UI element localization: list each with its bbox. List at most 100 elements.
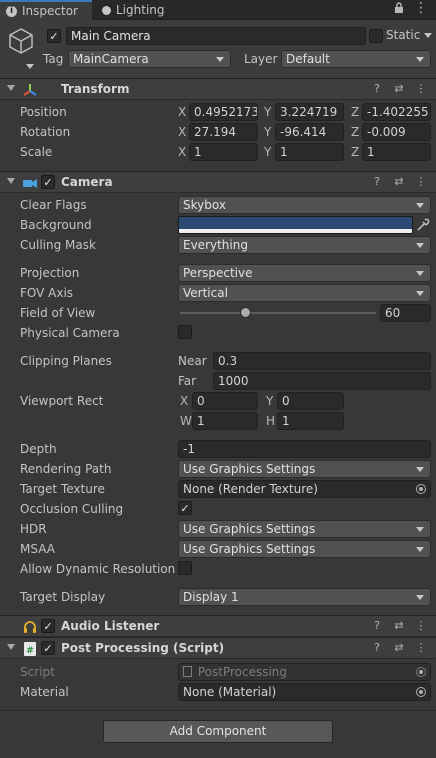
layer-label: Layer <box>244 52 278 66</box>
check-icon: ✓ <box>49 29 59 43</box>
clear-flags-dropdown[interactable]: Skybox <box>178 196 431 214</box>
hdr-dropdown[interactable]: Use Graphics Settings <box>178 520 431 538</box>
culling-mask-dropdown[interactable]: Everything <box>178 236 431 254</box>
foldout-arrow-icon[interactable] <box>7 644 15 650</box>
viewport-x-input[interactable]: 0 <box>192 392 258 410</box>
preset-icon[interactable]: ⇄ <box>392 82 406 95</box>
static-dropdown-icon[interactable] <box>424 33 432 38</box>
help-icon[interactable]: ? <box>370 82 384 95</box>
more-options-icon[interactable]: ⋮ <box>414 1 428 17</box>
transform-header[interactable]: Transform ? ⇄ ⋮ <box>0 78 436 100</box>
foldout-arrow-icon[interactable] <box>7 178 15 184</box>
culling-mask-label: Culling Mask <box>20 238 96 252</box>
context-menu-icon[interactable]: ⋮ <box>414 619 428 632</box>
post-processing-header[interactable]: # ✓ Post Processing (Script) ? ⇄ ⋮ <box>0 637 436 659</box>
context-menu-icon[interactable]: ⋮ <box>414 82 428 95</box>
position-x-label[interactable]: X <box>178 105 186 119</box>
rotation-x-input[interactable]: 27.194 <box>189 123 258 141</box>
viewport-h-label[interactable]: H <box>266 414 275 428</box>
projection-label: Projection <box>20 266 80 280</box>
rotation-x-label[interactable]: X <box>178 125 186 139</box>
msaa-dropdown[interactable]: Use Graphics Settings <box>178 540 431 558</box>
fov-slider-track[interactable] <box>180 312 376 314</box>
background-color-field[interactable] <box>178 216 413 234</box>
rotation-y-input[interactable]: -96.414 <box>275 123 344 141</box>
preset-icon[interactable]: ⇄ <box>392 175 406 188</box>
script-label: Script <box>20 665 55 679</box>
tag-dropdown[interactable]: MainCamera <box>68 50 231 68</box>
post-processing-enabled-checkbox[interactable]: ✓ <box>41 641 55 655</box>
far-label: Far <box>178 374 197 388</box>
position-z-label[interactable]: Z <box>351 105 359 119</box>
preset-icon[interactable]: ⇄ <box>392 641 406 654</box>
scale-z-input[interactable]: 1 <box>362 143 431 161</box>
add-component-button[interactable]: Add Component <box>103 720 333 743</box>
context-menu-icon[interactable]: ⋮ <box>414 641 428 654</box>
camera-enabled-checkbox[interactable]: ✓ <box>41 175 55 189</box>
headphones-icon <box>24 621 36 633</box>
layer-dropdown[interactable]: Default <box>281 50 431 68</box>
rotation-z-input[interactable]: -0.009 <box>362 123 431 141</box>
fov-axis-dropdown[interactable]: Vertical <box>178 284 431 302</box>
dynamic-resolution-checkbox[interactable] <box>178 561 192 575</box>
camera-header[interactable]: ✓ Camera ? ⇄ ⋮ <box>0 171 436 193</box>
tab-lighting[interactable]: Lighting <box>96 0 176 20</box>
near-input[interactable]: 0.3 <box>213 352 431 370</box>
help-icon[interactable]: ? <box>370 641 384 654</box>
viewport-y-input[interactable]: 0 <box>277 392 344 410</box>
eyedropper-icon[interactable] <box>416 218 430 232</box>
object-picker-icon[interactable] <box>416 687 426 697</box>
material-field[interactable]: None (Material) <box>178 683 431 701</box>
near-label: Near <box>178 354 207 368</box>
help-icon[interactable]: ? <box>370 619 384 632</box>
depth-input[interactable]: -1 <box>178 440 431 458</box>
gameobject-header: ✓ Main Camera Static Tag MainCamera Laye… <box>0 20 436 79</box>
audio-listener-header[interactable]: ✓ Audio Listener ? ⇄ ⋮ <box>0 615 436 637</box>
viewport-w-input[interactable]: 1 <box>192 412 258 430</box>
gameobject-icon-dropdown-icon[interactable] <box>26 64 34 69</box>
background-alpha-bar <box>179 229 412 233</box>
material-label: Material <box>20 685 69 699</box>
static-checkbox[interactable] <box>369 29 383 43</box>
audio-listener-enabled-checkbox[interactable]: ✓ <box>41 619 55 633</box>
gameobject-active-checkbox[interactable]: ✓ <box>47 29 61 43</box>
position-y-input[interactable]: 3.224719 <box>275 103 344 121</box>
help-icon[interactable]: ? <box>370 175 384 188</box>
lock-icon[interactable] <box>394 2 404 17</box>
tab-inspector[interactable]: i Inspector <box>0 0 92 20</box>
fov-slider-handle[interactable] <box>240 307 251 318</box>
occlusion-culling-label: Occlusion Culling <box>20 502 124 516</box>
viewport-rect-label: Viewport Rect <box>20 394 104 408</box>
position-y-label[interactable]: Y <box>264 105 271 119</box>
scale-y-label[interactable]: Y <box>264 145 271 159</box>
viewport-y-label[interactable]: Y <box>266 394 273 408</box>
gameobject-cube-icon[interactable] <box>6 26 36 56</box>
dynamic-resolution-label: Allow Dynamic Resolution <box>20 562 176 576</box>
target-texture-field[interactable]: None (Render Texture) <box>178 480 431 498</box>
fov-value-input[interactable]: 60 <box>380 304 431 322</box>
far-input[interactable]: 1000 <box>213 372 431 390</box>
scale-x-label[interactable]: X <box>178 145 186 159</box>
viewport-w-label[interactable]: W <box>180 414 192 428</box>
scale-x-input[interactable]: 1 <box>189 143 258 161</box>
object-picker-icon[interactable] <box>416 484 426 494</box>
context-menu-icon[interactable]: ⋮ <box>414 175 428 188</box>
target-display-dropdown[interactable]: Display 1 <box>178 588 431 606</box>
scale-y-input[interactable]: 1 <box>275 143 344 161</box>
rotation-y-label[interactable]: Y <box>264 125 271 139</box>
script-value: PostProcessing <box>197 665 288 679</box>
scale-z-label[interactable]: Z <box>351 145 359 159</box>
projection-dropdown[interactable]: Perspective <box>178 264 431 282</box>
gameobject-name-input[interactable]: Main Camera <box>66 27 366 45</box>
viewport-x-label[interactable]: X <box>180 394 188 408</box>
rendering-path-dropdown[interactable]: Use Graphics Settings <box>178 460 431 478</box>
inspector-tabbar: i Inspector Lighting ⋮ <box>0 0 436 20</box>
preset-icon[interactable]: ⇄ <box>392 619 406 632</box>
viewport-h-input[interactable]: 1 <box>277 412 344 430</box>
physical-camera-checkbox[interactable] <box>178 325 192 339</box>
position-x-input[interactable]: 0.4952173 <box>189 103 258 121</box>
foldout-arrow-icon[interactable] <box>7 85 15 91</box>
rotation-z-label[interactable]: Z <box>351 125 359 139</box>
occlusion-culling-checkbox[interactable]: ✓ <box>178 501 192 515</box>
position-z-input[interactable]: -1.402255 <box>362 103 431 121</box>
